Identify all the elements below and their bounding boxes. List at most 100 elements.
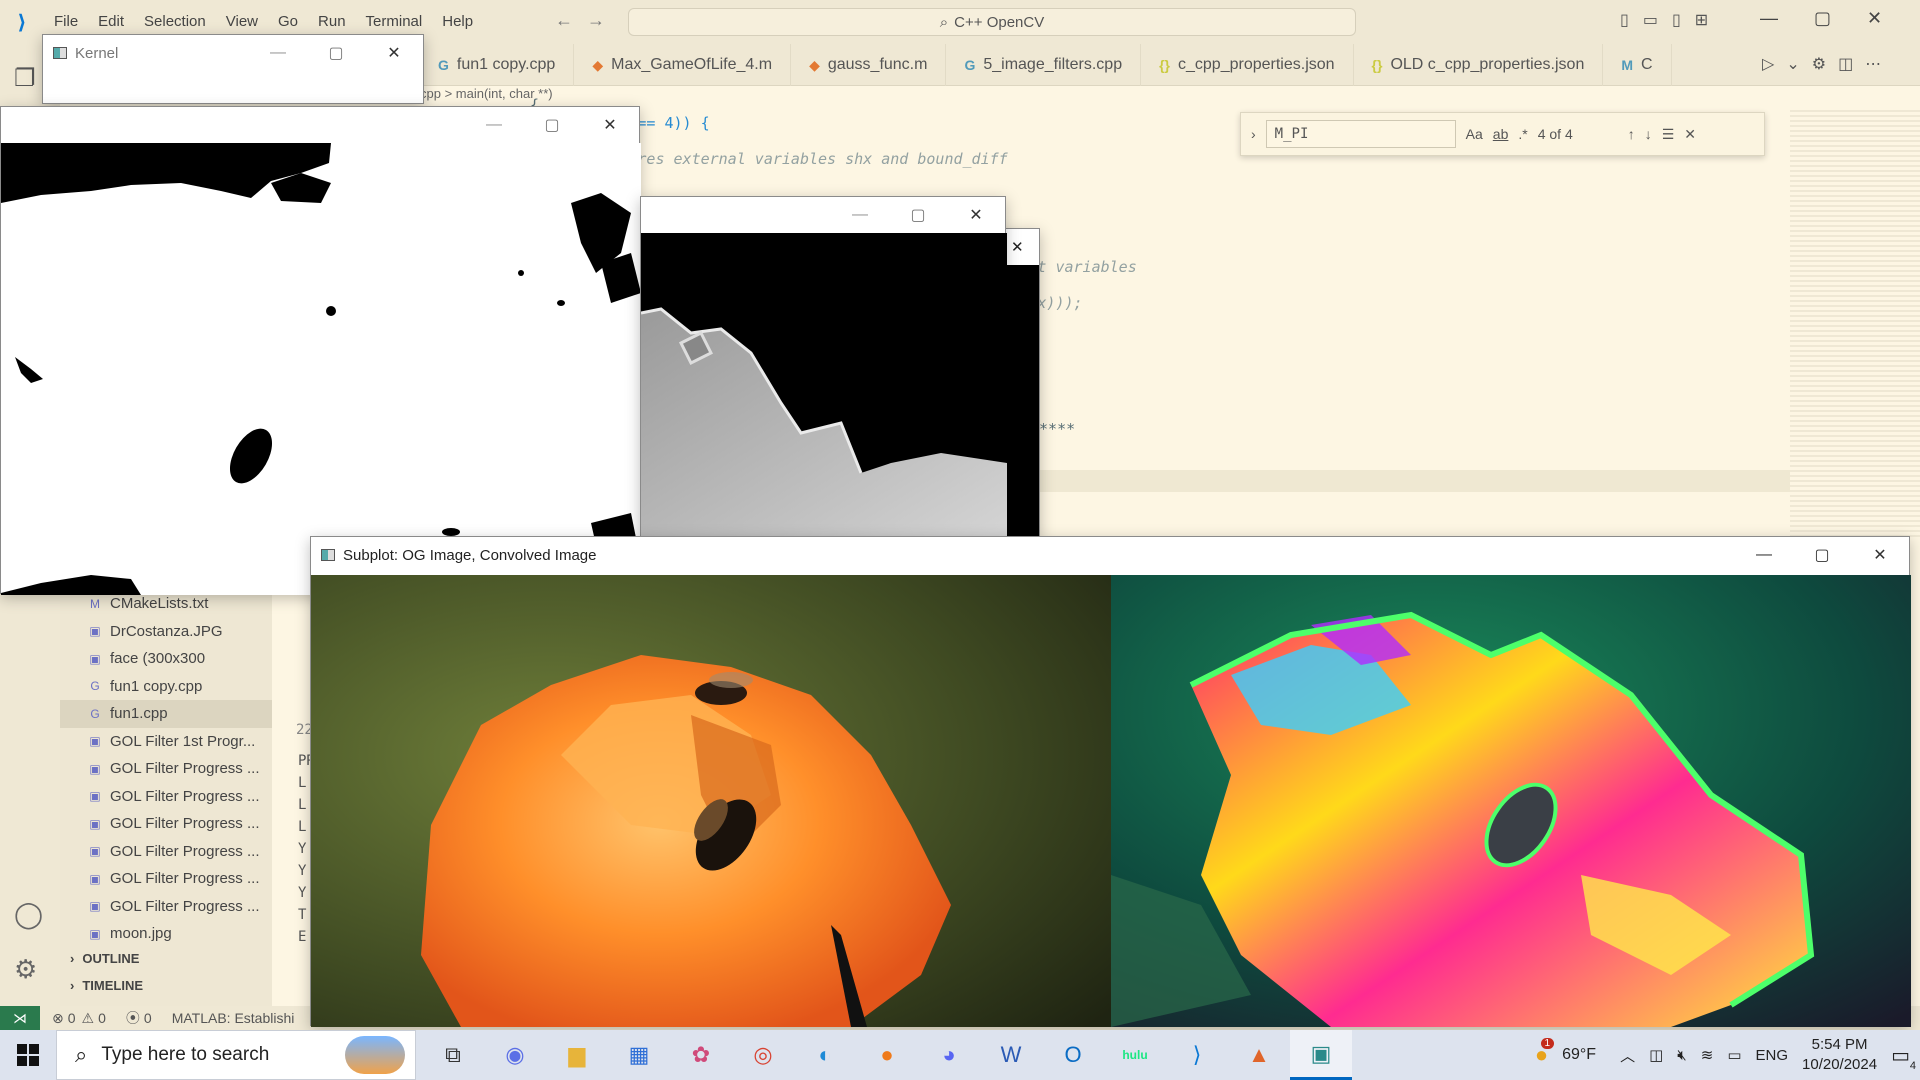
hulu-icon[interactable]: hulu [1104,1030,1166,1080]
matlab-icon[interactable]: ▲ [1228,1030,1290,1080]
errors-icon[interactable]: ⊗ [52,1010,64,1027]
explorer-file-item[interactable]: ▣ GOL Filter Progress ... [60,783,272,811]
minimize-icon[interactable]: — [831,197,889,233]
discord-icon[interactable]: ◕ [918,1030,980,1080]
editor-tab[interactable]: G 5_image_filters.cpp [946,44,1142,86]
show-hidden-icons-icon[interactable]: ︿ [1620,1045,1635,1066]
back-arrow-icon[interactable]: ← [555,10,587,30]
edge-icon[interactable]: ◐ [794,1030,856,1080]
subplot-window-titlebar[interactable]: Subplot: OG Image, Convolved Image [311,537,1909,573]
close-icon[interactable]: ✕ [1867,8,1918,28]
clock[interactable]: 5:54 PM 10/20/2024 [1802,1035,1877,1075]
warnings-icon[interactable]: ⚠ [82,1010,95,1027]
word-icon[interactable]: W [980,1030,1042,1080]
editor-tab[interactable]: MC [1603,44,1672,86]
close-icon[interactable]: ✕ [365,35,423,71]
regex-toggle[interactable]: .* [1518,126,1527,142]
chrome-icon[interactable]: ◎ [732,1030,794,1080]
outline-section[interactable]: › OUTLINE [60,945,272,972]
match-word-toggle[interactable]: ab [1493,126,1509,142]
language-indicator[interactable]: ENG [1756,1047,1789,1064]
kernel-window[interactable]: Kernel — ▢ ✕ [42,34,424,104]
error-count[interactable]: 0 [68,1010,76,1026]
toggle-replace-icon[interactable]: › [1251,126,1256,142]
command-center[interactable]: ⌕ C++ OpenCV [628,8,1356,36]
minimize-icon[interactable]: — [249,35,307,71]
wifi-icon[interactable]: ≋ [1701,1046,1714,1064]
close-icon[interactable]: ✕ [581,107,639,143]
toggle-sidebar-icon[interactable]: ▯ [1620,12,1643,29]
close-icon[interactable]: ✕ [1851,537,1909,573]
explorer-file-item[interactable]: ▣ face (300x300 [60,645,272,673]
file-explorer-icon[interactable]: ▆ [546,1030,608,1080]
explorer-icon[interactable]: ❐ [14,64,36,93]
match-case-toggle[interactable]: Aa [1466,126,1483,142]
copilot-icon[interactable]: ◉ [484,1030,546,1080]
close-icon[interactable]: ✕ [1011,238,1024,256]
previous-match-icon[interactable]: ↑ [1628,126,1635,142]
more-actions-icon[interactable]: ⋯ [1865,56,1893,73]
explorer-file-item[interactable]: Gfun1 copy.cpp [60,673,272,701]
mute-icon[interactable]: 🔇︎ [1677,1047,1686,1064]
toggle-secondary-sidebar-icon[interactable]: ▯ [1672,12,1695,29]
taskbar-search[interactable]: ⌕ Type here to search [56,1030,416,1080]
explorer-file-item[interactable]: ▣ GOL Filter Progress ... [60,755,272,783]
explorer-file-item[interactable]: ▣ GOL Filter Progress ... [60,865,272,893]
editor-tab[interactable]: ◆ Max_GameOfLife_4.m [574,44,792,86]
minimize-icon[interactable]: — [1735,537,1793,573]
explorer-file-item[interactable]: ▣ GOL Filter 1st Progr... [60,728,272,756]
firefox-icon[interactable]: ● [856,1030,918,1080]
camera-icon[interactable]: ◫ [1649,1046,1663,1064]
split-editor-icon[interactable]: ◫ [1838,56,1865,73]
close-find-icon[interactable]: ✕ [1684,126,1696,143]
opencv-window-icon[interactable]: ▣ [1290,1030,1352,1080]
maximize-icon[interactable]: ▢ [889,197,947,233]
find-in-selection-icon[interactable]: ☰ [1662,126,1675,143]
remote-indicator-icon[interactable]: ⋊ [0,1006,40,1030]
maximize-icon[interactable]: ▢ [1814,8,1867,28]
menu-item-help[interactable]: Help [432,0,483,44]
editor-tab[interactable]: {} c_cpp_properties.json [1141,44,1354,86]
explorer-file-item[interactable]: ▣ DrCostanza.JPG [60,618,272,646]
battery-icon[interactable]: ▭ [1727,1046,1741,1064]
find-input[interactable]: M_PI [1265,120,1456,148]
maximize-icon[interactable]: ▢ [523,107,581,143]
explorer-file-item[interactable]: Gfun1.cpp [60,700,272,728]
binary-mask-window[interactable]: — ▢ ✕ [0,106,641,595]
forward-arrow-icon[interactable]: → [587,10,619,30]
maximize-icon[interactable]: ▢ [307,35,365,71]
explorer-file-item[interactable]: ▣ GOL Filter Progress ... [60,893,272,921]
minimap[interactable] [1790,110,1920,540]
run-dropdown-icon[interactable]: ⌄ [1786,56,1811,73]
editor-tab[interactable]: {} OLD c_cpp_properties.json [1354,44,1604,86]
customize-layout-icon[interactable]: ⊞ [1695,12,1722,29]
vscode-icon[interactable]: ⟩ [1166,1030,1228,1080]
settings-gear-icon[interactable]: ⚙ [14,954,37,985]
account-icon[interactable]: ◯ [14,899,43,930]
subplot-window[interactable]: Subplot: OG Image, Convolved Image — ▢ ✕ [310,536,1911,1027]
task-view-icon[interactable]: ⧉ [422,1030,484,1080]
toggle-panel-icon[interactable]: ▭ [1643,12,1672,29]
weather-icon[interactable]: ● 1 [1535,1038,1555,1068]
minimize-icon[interactable]: — [1760,8,1814,28]
timeline-section[interactable]: › TIMELINE [60,972,272,999]
store-icon[interactable]: ▦ [608,1030,670,1080]
start-button[interactable] [0,1030,56,1080]
warning-count[interactable]: 0 [98,1010,106,1026]
close-icon[interactable]: ✕ [947,197,1005,233]
editor-tab[interactable]: Gfun1 copy.cpp [420,44,575,86]
outlook-icon[interactable]: O [1042,1030,1104,1080]
explorer-file-item[interactable]: ▣ GOL Filter Progress ... [60,810,272,838]
paint-icon[interactable]: ✿ [670,1030,732,1080]
minimize-icon[interactable]: — [465,107,523,143]
run-icon[interactable]: ▷ [1762,56,1786,73]
gear-icon[interactable]: ⚙ [1812,56,1838,73]
explorer-file-item[interactable]: ▣ moon.jpg [60,920,272,948]
ports-icon[interactable]: ⦿ [126,1008,140,1028]
matlab-status[interactable]: MATLAB: Establishi [172,1010,295,1026]
editor-tab[interactable]: ◆ gauss_func.m [791,44,947,86]
weather-temp[interactable]: 69°F [1562,1046,1596,1064]
ports-count[interactable]: 0 [144,1010,152,1026]
grayscale-window[interactable]: — ▢ ✕ [640,196,1007,537]
maximize-icon[interactable]: ▢ [1793,537,1851,573]
